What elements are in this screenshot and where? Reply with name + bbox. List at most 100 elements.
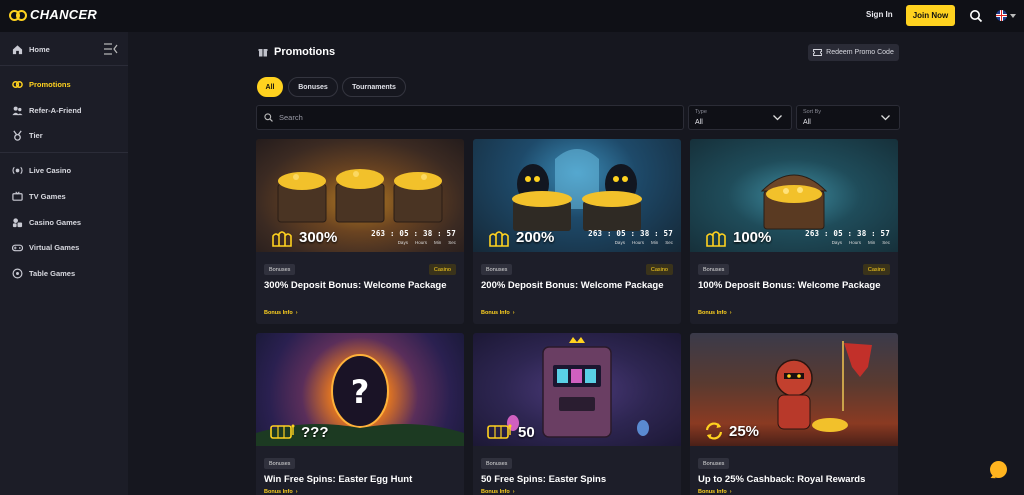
filter-chip-tournaments[interactable]: Tournaments [342, 77, 406, 97]
bonus-value-text: 100% [733, 228, 772, 246]
home-icon [12, 44, 23, 54]
gift-box-icon [258, 49, 268, 57]
countdown-timer: 263 : 05 : 38 : 57 Days Hours Min Sec [371, 229, 456, 245]
chevron-right-icon: › [295, 310, 298, 316]
roulette-icon [12, 268, 23, 278]
promo-card[interactable]: 100% 263 : 05 : 38 : 57 Days Hours Min Sec … [690, 139, 898, 324]
promo-title: Win Free Spins: Easter Egg Hunt [264, 474, 413, 485]
bonus-info-label: Bonus Info [264, 310, 293, 316]
sidebar-item-promotions[interactable]: Promotions [12, 77, 71, 91]
countdown-unit-sec: Sec [448, 240, 456, 245]
type-select[interactable]: Type All [688, 105, 792, 130]
bonus-info-link[interactable]: Bonus Info › [481, 489, 515, 495]
category-badge: Casino [645, 264, 673, 275]
sidebar-item-virtual-games[interactable]: Virtual Games [12, 240, 79, 254]
search-bar[interactable] [256, 105, 684, 130]
promo-image-slot-machine: 50 [473, 333, 681, 446]
chevron-right-icon: › [512, 489, 515, 495]
countdown-unit-hours: Hours [848, 240, 861, 245]
countdown-value: 263 : 05 : 38 : 57 [588, 229, 673, 238]
bonus-info-link[interactable]: Bonus Info › [481, 310, 515, 316]
chevron-down-icon [1010, 13, 1016, 18]
promo-card[interactable]: ? ??? Bonuses Win Free Spins: Easter Egg… [256, 333, 464, 495]
sidebar-item-casino-games[interactable]: Casino Games [12, 215, 81, 229]
filter-chip-all[interactable]: All [257, 77, 283, 97]
sidebar-item-live-casino[interactable]: Live Casino [12, 163, 71, 177]
countdown-unit-min: Min [867, 240, 876, 245]
countdown-unit-min: Min [433, 240, 442, 245]
sign-in-link[interactable]: Sign In [866, 10, 893, 19]
slot-reels-icon [487, 424, 512, 439]
collapse-sidebar-icon[interactable] [104, 43, 118, 55]
bonus-info-label: Bonus Info [481, 489, 510, 495]
countdown-unit-sec: Sec [882, 240, 890, 245]
brand-logo[interactable]: CHANCER [9, 7, 97, 22]
bonus-info-link[interactable]: Bonus Info › [264, 310, 298, 316]
sort-by-select[interactable]: Sort By All [796, 105, 900, 130]
bonus-value: 50 [487, 423, 535, 441]
tag-badge: Bonuses [481, 264, 513, 275]
promo-card[interactable]: 300% 263 : 05 : 38 : 57 Days Hours Min Sec … [256, 139, 464, 324]
redeem-label: Redeem Promo Code [826, 49, 894, 56]
promo-title: 50 Free Spins: Easter Spins [481, 474, 607, 485]
join-now-button[interactable]: Join Now [906, 5, 955, 26]
bonus-info-link[interactable]: Bonus Info › [264, 489, 298, 495]
bonus-info-label: Bonus Info [698, 310, 727, 316]
live-icon [12, 166, 23, 174]
promo-title: 300% Deposit Bonus: Welcome Package [264, 280, 447, 291]
bonus-info-link[interactable]: Bonus Info › [698, 489, 732, 495]
filter-chip-bonuses[interactable]: Bonuses [288, 77, 338, 97]
money-bags-icon [489, 231, 509, 247]
language-selector[interactable] [996, 10, 1016, 21]
promo-card[interactable]: 50 Bonuses 50 Free Spins: Easter Spins B… [473, 333, 681, 495]
gift-icon [12, 80, 23, 88]
live-chat-button[interactable] [990, 461, 1007, 478]
tag-badge: Bonuses [264, 458, 296, 469]
bonus-info-label: Bonus Info [698, 489, 727, 495]
bonus-info-label: Bonus Info [264, 489, 293, 495]
redeem-promo-code-button[interactable]: Redeem Promo Code [808, 44, 899, 61]
sidebar-item-tv-games[interactable]: TV Games [12, 189, 66, 203]
chevron-down-icon [773, 115, 782, 121]
bonus-value: ??? [270, 423, 329, 441]
chevron-right-icon: › [729, 310, 732, 316]
sidebar-item-label: Live Casino [29, 165, 72, 175]
sidebar-item-label: Promotions [29, 79, 71, 89]
sidebar-item-table-games[interactable]: Table Games [12, 266, 75, 280]
bonus-info-link[interactable]: Bonus Info › [698, 310, 732, 316]
bonus-value-text: ??? [301, 423, 329, 441]
money-bags-icon [706, 231, 726, 247]
page-title: Promotions [258, 46, 335, 58]
sidebar-divider [0, 152, 128, 153]
bonus-value: 200% [487, 227, 554, 247]
promo-title: 100% Deposit Bonus: Welcome Package [698, 280, 881, 291]
countdown-timer: 263 : 05 : 38 : 57 Days Hours Min Sec [805, 229, 890, 245]
bonus-value-text: 25% [729, 422, 760, 440]
promo-card[interactable]: 200% 263 : 05 : 38 : 57 Days Hours Min Sec … [473, 139, 681, 324]
tag-badge: Bonuses [264, 264, 296, 275]
sidebar-item-tier[interactable]: Tier [12, 128, 43, 142]
promo-image-royal-knight: 25% [690, 333, 898, 446]
sort-by-value: All [803, 119, 811, 126]
sidebar-item-label: Home [29, 44, 50, 54]
countdown-unit-days: Days [397, 240, 408, 245]
users-icon [12, 106, 23, 115]
countdown-unit-hours: Hours [414, 240, 427, 245]
casino-icon [12, 217, 23, 227]
sidebar-item-refer-a-friend[interactable]: Refer-A-Friend [12, 103, 82, 117]
sidebar-item-label: TV Games [29, 191, 66, 201]
promo-image-dungeon-creatures: 200% 263 : 05 : 38 : 57 Days Hours Min Sec [473, 139, 681, 252]
search-icon[interactable] [969, 9, 983, 23]
search-icon [264, 113, 273, 122]
bonus-value-text: 200% [516, 228, 555, 246]
promo-title: 200% Deposit Bonus: Welcome Package [481, 280, 664, 291]
category-badge: Casino [862, 264, 890, 275]
logo-mark-icon [9, 9, 27, 21]
promo-card[interactable]: 25% Bonuses Up to 25% Cashback: Royal Re… [690, 333, 898, 495]
search-input[interactable] [279, 113, 659, 122]
chevron-right-icon: › [729, 489, 732, 495]
bonus-value: 300% [270, 227, 337, 247]
countdown-unit-hours: Hours [631, 240, 644, 245]
sidebar-item-home[interactable]: Home [12, 42, 50, 56]
tv-icon [12, 191, 23, 201]
